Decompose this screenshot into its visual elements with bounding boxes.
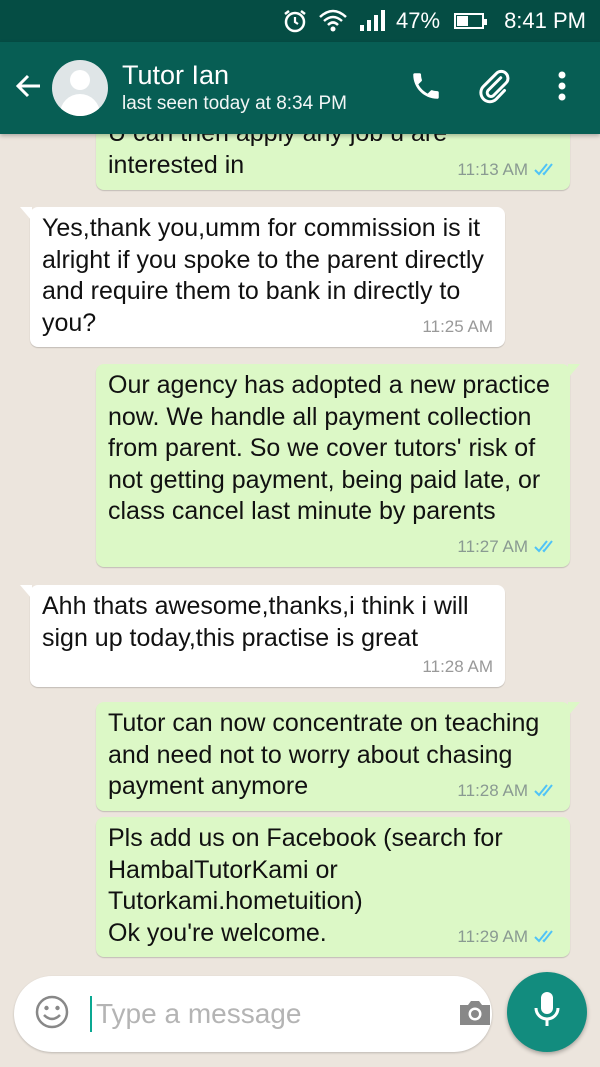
message-incoming[interactable]: Ahh thats awesome,thanks,i think i will … xyxy=(20,585,505,687)
voice-record-button[interactable] xyxy=(507,972,587,1052)
message-outgoing[interactable]: Pls add us on Facebook (search for Hamba… xyxy=(96,817,570,957)
phone-icon xyxy=(409,69,443,108)
alarm-icon xyxy=(282,8,308,34)
message-outgoing[interactable]: Tutor can now concentrate on teaching an… xyxy=(96,702,580,811)
battery-icon xyxy=(454,13,488,29)
call-button[interactable] xyxy=(406,68,446,108)
message-time: 11:28 AM xyxy=(457,780,528,800)
message-outgoing[interactable]: U can then apply any job u are intereste… xyxy=(96,134,570,190)
message-time: 11:29 AM xyxy=(457,926,528,946)
message-list[interactable]: U can then apply any job u are intereste… xyxy=(0,134,600,967)
contact-info[interactable]: Tutor Ian last seen today at 8:34 PM xyxy=(122,59,406,117)
chat-header: Tutor Ian last seen today at 8:34 PM xyxy=(0,42,600,134)
mic-icon xyxy=(532,990,562,1035)
message-input[interactable] xyxy=(90,996,457,1032)
double-check-icon xyxy=(534,538,558,554)
wifi-icon xyxy=(318,9,348,33)
back-button[interactable] xyxy=(6,58,52,118)
back-arrow-icon xyxy=(14,71,44,106)
camera-button[interactable] xyxy=(457,994,493,1034)
emoji-icon xyxy=(34,994,70,1035)
camera-icon xyxy=(457,997,493,1032)
emoji-button[interactable] xyxy=(34,994,70,1034)
battery-fill xyxy=(457,16,469,26)
status-time: 8:41 PM xyxy=(504,8,586,33)
message-time: 11:13 AM xyxy=(457,159,528,179)
message-time: 11:28 AM xyxy=(422,656,493,676)
message-text: Our agency has adopted a new practice no… xyxy=(108,371,550,525)
message-outgoing[interactable]: Our agency has adopted a new practice no… xyxy=(96,364,580,567)
battery-percent: 47% xyxy=(396,8,441,33)
avatar[interactable] xyxy=(52,60,108,116)
status-bar: 47% 8:41 PM xyxy=(0,0,600,42)
double-check-icon xyxy=(534,161,558,177)
paperclip-icon xyxy=(476,68,512,109)
signal-icon xyxy=(358,9,386,33)
message-time: 11:25 AM xyxy=(422,316,493,336)
message-text: Ahh thats awesome,thanks,i think i will … xyxy=(42,592,469,652)
menu-button[interactable] xyxy=(542,68,582,108)
double-check-icon xyxy=(534,782,558,798)
more-vert-icon xyxy=(557,70,567,107)
attach-button[interactable] xyxy=(474,68,514,108)
contact-name: Tutor Ian xyxy=(122,60,230,90)
double-check-icon xyxy=(534,928,558,944)
message-time: 11:27 AM xyxy=(457,536,528,556)
message-incoming[interactable]: Yes,thank you,umm for commission is it a… xyxy=(20,207,505,347)
last-seen: last seen today at 8:34 PM xyxy=(122,93,347,114)
composer xyxy=(14,976,492,1052)
